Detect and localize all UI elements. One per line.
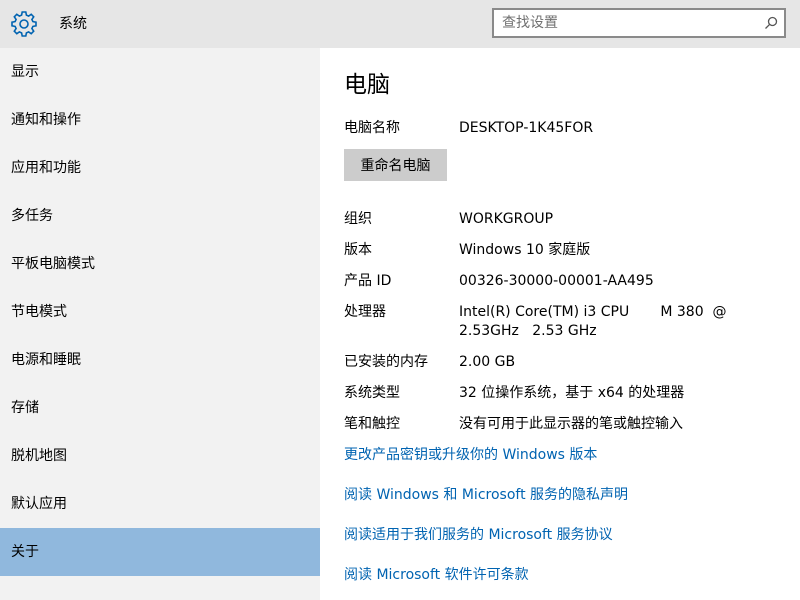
link-license-terms[interactable]: 阅读 Microsoft 软件许可条款 [344,566,529,585]
sidebar-item-storage[interactable]: 存储 [0,384,320,432]
search-icon[interactable] [764,16,778,30]
sidebar-item-apps-features[interactable]: 应用和功能 [0,144,320,192]
sidebar-item-tablet-mode[interactable]: 平板电脑模式 [0,240,320,288]
info-label-product-id: 产品 ID [344,273,392,289]
info-label-memory: 已安装的内存 [344,354,428,370]
search-input[interactable] [502,14,752,32]
info-value-processor: Intel(R) Core(TM) i3 CPU M 380 @ 2.53GHz… [459,304,727,339]
info-label-edition: 版本 [344,242,372,258]
sidebar-item-power-sleep[interactable]: 电源和睡眠 [0,336,320,384]
info-value-pen-touch: 没有可用于此显示器的笔或触控输入 [459,416,683,432]
info-value-product-id: 00326-30000-00001-AA495 [459,273,654,289]
sidebar-item-offline-maps[interactable]: 脱机地图 [0,432,320,480]
info-label-pen-touch: 笔和触控 [344,416,400,432]
info-value-memory: 2.00 GB [459,354,516,370]
info-label-system-type: 系统类型 [344,385,400,401]
info-value-system-type: 32 位操作系统，基于 x64 的处理器 [459,385,685,401]
main-content: 电脑 电脑名称 DESKTOP-1K45FOR 重命名电脑 组织 WORKGRO… [320,48,800,600]
sidebar-nav: 显示 通知和操作 应用和功能 多任务 平板电脑模式 节电模式 电源和睡眠 存储 … [0,48,320,600]
info-label-processor: 处理器 [344,304,386,320]
info-value-organization: WORKGROUP [459,211,554,227]
app-title: 系统 [59,16,87,32]
info-label-organization: 组织 [344,211,372,227]
pc-name-label: 电脑名称 [344,120,400,136]
sidebar-item-default-apps[interactable]: 默认应用 [0,480,320,528]
page-title: 电脑 [344,72,390,98]
rename-pc-button[interactable]: 重命名电脑 [344,149,447,181]
sidebar-item-multitasking[interactable]: 多任务 [0,192,320,240]
gear-icon [11,11,37,37]
sidebar-item-battery-saver[interactable]: 节电模式 [0,288,320,336]
link-privacy-statement[interactable]: 阅读 Windows 和 Microsoft 服务的隐私声明 [344,486,628,505]
info-value-edition: Windows 10 家庭版 [459,242,591,258]
link-change-product-key[interactable]: 更改产品密钥或升级你的 Windows 版本 [344,446,597,465]
pc-name-value: DESKTOP-1K45FOR [459,120,594,136]
sidebar-item-about[interactable]: 关于 [0,528,320,576]
sidebar-item-display[interactable]: 显示 [0,48,320,96]
sidebar-item-notifications[interactable]: 通知和操作 [0,96,320,144]
search-box[interactable] [492,8,786,38]
header-bar: 系统 [0,0,800,48]
settings-window: 系统 显示 通知和操作 应用和功能 多任务 平板电脑模式 节电模式 电源和睡眠 … [0,0,800,600]
link-services-agreement[interactable]: 阅读适用于我们服务的 Microsoft 服务协议 [344,526,613,545]
